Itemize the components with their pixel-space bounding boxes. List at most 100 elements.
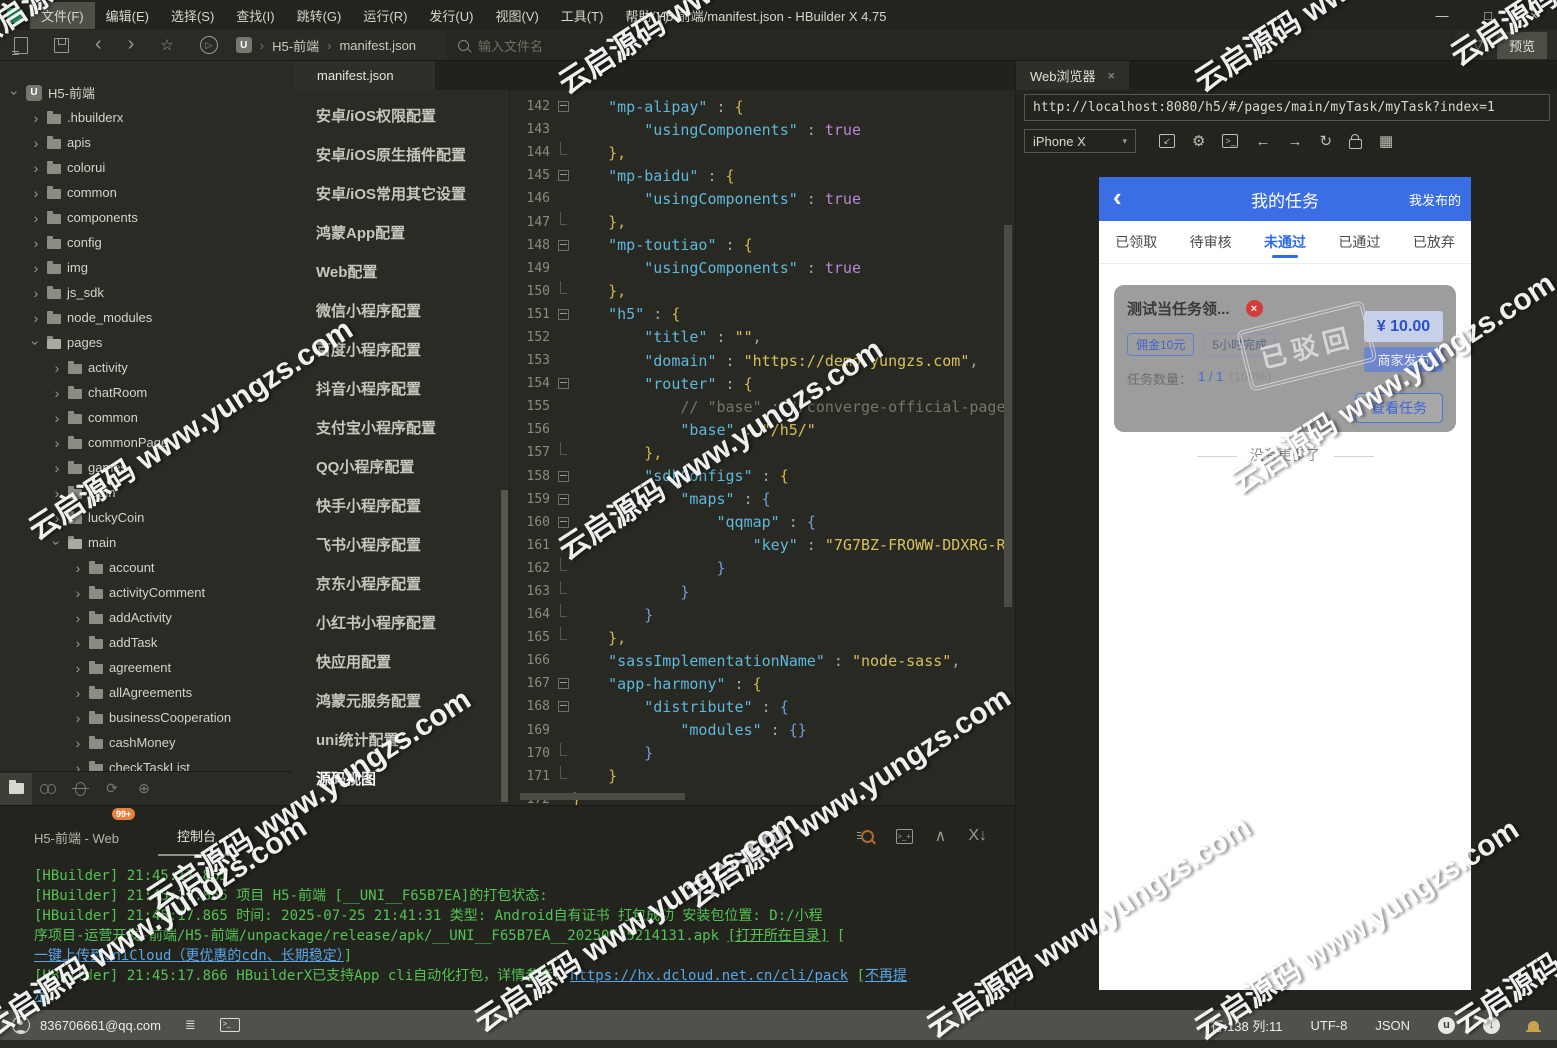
account-email[interactable]: 836706661@qq.com — [40, 1018, 161, 1033]
tree-item-.hbuilderx[interactable]: › .hbuilderx — [0, 105, 293, 130]
user-avatar-icon[interactable] — [12, 1016, 30, 1034]
menu-file[interactable]: 文件(F) — [30, 1, 95, 29]
tree-item-activityComment[interactable]: › activityComment — [0, 580, 293, 605]
phone-tab-已放弃[interactable]: 已放弃 — [1397, 221, 1471, 263]
settings-item-京东小程序配置[interactable]: 京东小程序配置 — [293, 564, 509, 603]
code-line-144[interactable]: 144 }, — [510, 141, 1015, 164]
menu-run[interactable]: 运行(R) — [352, 2, 418, 29]
view-task-button[interactable]: 查看任务 — [1355, 393, 1443, 423]
chevron-right-icon[interactable]: › — [31, 110, 41, 126]
code-line-162[interactable]: 162 } — [510, 557, 1015, 580]
gear-icon[interactable]: ⚙ — [1192, 134, 1205, 149]
file-search-input[interactable]: 输入文件名 — [446, 30, 1455, 60]
chevron-right-icon[interactable]: › — [73, 610, 83, 626]
tree-item-agreement[interactable]: › agreement — [0, 655, 293, 680]
cursor-position[interactable]: 行:138 列:11 — [1210, 1016, 1282, 1035]
console-log[interactable]: [HBuilder] 21:45:17.865 [HBuilder] 21:45:… — [0, 866, 1015, 1006]
cloud-panel-button[interactable]: ⊕ — [128, 773, 160, 805]
phone-back-icon[interactable]: ‹ — [1099, 182, 1122, 217]
chevron-right-icon[interactable]: › — [52, 385, 62, 401]
debug-panel-button[interactable] — [64, 773, 96, 805]
code-line-166[interactable]: 166 "sassImplementationName" : "node-sas… — [510, 649, 1015, 672]
settings-item-飞书小程序配置[interactable]: 飞书小程序配置 — [293, 525, 509, 564]
console-link[interactable]: [打开所在目录] — [727, 928, 828, 944]
console-link[interactable]: https://hx.dcloud.net.cn/cli/pack — [570, 968, 848, 984]
menu-edit[interactable]: 编辑(E) — [95, 2, 160, 29]
phone-tab-待审核[interactable]: 待审核 — [1173, 221, 1247, 263]
chevron-right-icon[interactable]: › — [52, 460, 62, 476]
chevron-right-icon[interactable]: › — [73, 560, 83, 576]
console-project-tab[interactable]: H5-前端 - Web — [34, 828, 119, 847]
editor-vertical-scrollbar[interactable] — [1004, 225, 1012, 607]
files-panel-button[interactable] — [0, 772, 32, 805]
tree-item-node_modules[interactable]: › node_modules — [0, 305, 293, 330]
tree-item-config[interactable]: › config — [0, 230, 293, 255]
run-icon[interactable]: ▷ — [199, 36, 218, 54]
chevron-down-icon[interactable]: › — [28, 338, 44, 348]
fold-marker-icon[interactable] — [554, 511, 572, 534]
settings-item-Web配置[interactable]: Web配置 — [293, 252, 509, 291]
tree-item-main[interactable]: › main — [0, 530, 293, 555]
breadcrumb-file[interactable]: manifest.json — [339, 38, 416, 53]
phone-my-published-link[interactable]: 我发布的 — [1409, 190, 1461, 209]
code-line-154[interactable]: 154 "router" : { — [510, 372, 1015, 395]
fold-marker-icon[interactable] — [554, 95, 572, 118]
chevron-right-icon[interactable]: › — [31, 210, 41, 226]
url-bar[interactable]: http://localhost:8080/h5/#/pages/main/my… — [1024, 94, 1550, 121]
code-line-147[interactable]: 147 }, — [510, 210, 1015, 233]
code-line-155[interactable]: 155 // "base" : "/converge-official-page — [510, 395, 1015, 418]
refresh-icon[interactable]: ↻ — [1319, 134, 1332, 149]
tree-item-account[interactable]: › account — [0, 555, 293, 580]
chevron-right-icon[interactable]: › — [52, 435, 62, 451]
tree-item-cashMoney[interactable]: › cashMoney — [0, 730, 293, 755]
chevron-right-icon[interactable]: › — [31, 260, 41, 276]
settings-scrollbar[interactable] — [501, 490, 508, 802]
terminal-icon[interactable]: >_ — [219, 1018, 240, 1032]
tree-item-commonPage[interactable]: › commonPage — [0, 430, 293, 455]
new-terminal-icon[interactable]: >_+ — [895, 828, 913, 844]
maximize-button[interactable]: □ — [1465, 0, 1511, 30]
update-download-icon[interactable]: ↓ — [1483, 1016, 1500, 1034]
tree-item-addTask[interactable]: › addTask — [0, 630, 293, 655]
tree-item-colorui[interactable]: › colorui — [0, 155, 293, 180]
code-line-170[interactable]: 170 } — [510, 742, 1015, 765]
menu-goto[interactable]: 跳转(G) — [286, 2, 353, 29]
minimize-button[interactable]: — — [1419, 0, 1465, 30]
collapse-panel-icon[interactable]: ∧ — [935, 826, 947, 846]
tree-item-allAgreements[interactable]: › allAgreements — [0, 680, 293, 705]
code-line-159[interactable]: 159 "maps" : { — [510, 488, 1015, 511]
console-tab[interactable]: 控制台 — [158, 826, 236, 856]
fold-marker-icon[interactable] — [554, 303, 572, 326]
tree-item-common[interactable]: › common — [0, 180, 293, 205]
chevron-right-icon[interactable]: › — [31, 160, 41, 176]
tree-item-login[interactable]: › login — [0, 480, 293, 505]
navigate-forward-icon[interactable]: › — [128, 34, 135, 54]
devtools-console-icon[interactable]: >_ — [1222, 134, 1239, 148]
settings-item-安卓/iOS原生插件配置[interactable]: 安卓/iOS原生插件配置 — [293, 135, 509, 174]
settings-item-小红书小程序配置[interactable]: 小红书小程序配置 — [293, 603, 509, 642]
phone-tab-已通过[interactable]: 已通过 — [1322, 221, 1396, 263]
chevron-right-icon[interactable]: › — [52, 410, 62, 426]
feedback-icon[interactable]: u — [1438, 1016, 1455, 1034]
console-search-icon[interactable] — [856, 829, 874, 843]
browser-forward-icon[interactable]: → — [1287, 134, 1302, 149]
settings-item-安卓/iOS常用其它设置[interactable]: 安卓/iOS常用其它设置 — [293, 174, 509, 213]
tree-item-chatRoom[interactable]: › chatRoom — [0, 380, 293, 405]
tree-item-luckyCoin[interactable]: › luckyCoin — [0, 505, 293, 530]
fold-marker-icon[interactable] — [554, 372, 572, 395]
tree-item-common[interactable]: › common — [0, 405, 293, 430]
code-editor[interactable]: 142 "mp-alipay" : {143 "usingComponents"… — [510, 90, 1015, 805]
console-link[interactable]: 不再提 — [865, 968, 907, 984]
menu-tools[interactable]: 工具(T) — [550, 2, 615, 29]
tree-item-games[interactable]: › games — [0, 455, 293, 480]
qrcode-icon[interactable]: ▦ — [1379, 134, 1393, 149]
chevron-right-icon[interactable]: › — [52, 510, 62, 526]
task-list-icon[interactable]: ≣ — [185, 1017, 196, 1033]
fold-marker-icon[interactable] — [554, 695, 572, 718]
code-line-164[interactable]: 164 } — [510, 603, 1015, 626]
settings-item-支付宝小程序配置[interactable]: 支付宝小程序配置 — [293, 408, 509, 447]
menu-select[interactable]: 选择(S) — [160, 2, 225, 29]
code-line-153[interactable]: 153 "domain" : "https://demo.yungzs.com"… — [510, 349, 1015, 372]
fold-marker-icon[interactable] — [554, 164, 572, 187]
tree-item-js_sdk[interactable]: › js_sdk — [0, 280, 293, 305]
